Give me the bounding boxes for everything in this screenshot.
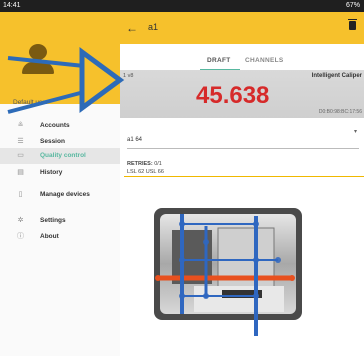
annotation-arrow-icon <box>7 47 125 114</box>
